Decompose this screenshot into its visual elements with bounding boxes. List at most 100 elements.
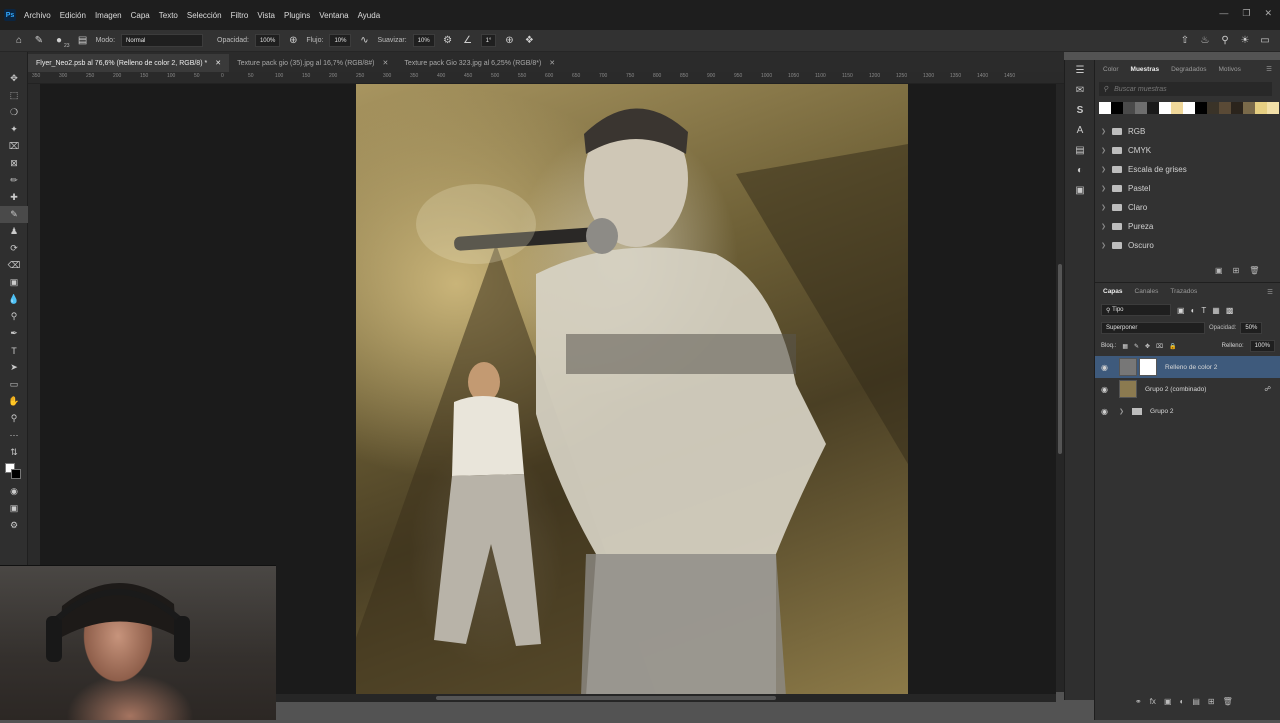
stamp-tool-icon[interactable]: ♟ [0,223,28,240]
color-swatch[interactable] [1219,102,1231,114]
restore-icon[interactable]: ❐ [1242,8,1250,19]
background-color[interactable] [11,469,21,479]
menu-filtro[interactable]: Filtro [231,11,249,20]
swatch-folder-cmyk[interactable]: ❯ CMYK [1095,141,1280,160]
layer-row[interactable]: ◉ Grupo 2 (combinado) ☍ [1095,378,1280,400]
lock-position-icon[interactable]: ✥ [1145,343,1150,350]
tab-degradados[interactable]: Degradados [1171,66,1206,73]
color-swatch[interactable] [1231,102,1243,114]
lasso-tool-icon[interactable]: ❍ [0,104,28,121]
color-swatch[interactable] [1243,102,1255,114]
brush-tool-icon[interactable]: ✎ [32,34,46,48]
layer-filter-select[interactable]: ⚲ Tipo [1101,304,1171,316]
dodge-tool-icon[interactable]: ⚲ [0,308,28,325]
layer-name[interactable]: Relleno de color 2 [1165,364,1217,371]
edit-toolbar-icon[interactable]: ⚙ [0,517,28,534]
properties-icon[interactable]: ▤ [1065,140,1095,160]
menu-seleccion[interactable]: Selección [187,11,222,20]
menu-vista[interactable]: Vista [257,11,275,20]
close-icon[interactable]: ✕ [1264,8,1272,19]
eyedropper-tool-icon[interactable]: ✏ [0,172,28,189]
swatch-folder-rgb[interactable]: ❯ RGB [1095,122,1280,141]
eraser-tool-icon[interactable]: ⌫ [0,257,28,274]
angle-field[interactable]: 1° [480,34,497,47]
menu-capa[interactable]: Capa [131,11,150,20]
layer-row[interactable]: ◉ Relleno de color 2 [1095,356,1280,378]
vertical-scrollbar[interactable] [1056,84,1064,692]
lock-all-icon[interactable]: 🔒 [1169,343,1176,350]
trash-icon[interactable]: 🗑 [1249,266,1259,275]
brush-settings-icon[interactable]: ▤ [76,34,90,48]
gear-icon[interactable]: ⚙ [441,34,455,48]
comments-icon[interactable]: ✉ [1065,80,1095,100]
share-icon[interactable]: ⇧ [1178,34,1192,48]
filter-shape-icon[interactable]: ▦ [1212,306,1220,315]
chevron-right-icon[interactable]: ❯ [1119,408,1124,415]
swatch-folder-grayscale[interactable]: ❯ Escala de grises [1095,160,1280,179]
filter-pixel-icon[interactable]: ▣ [1177,306,1185,315]
scroll-thumb[interactable] [1058,264,1062,454]
close-icon[interactable]: ✕ [549,59,555,67]
layer-name[interactable]: Grupo 2 [1150,408,1174,415]
eye-icon[interactable]: ◉ [1101,385,1111,394]
new-group-icon[interactable]: ▤ [1192,697,1200,706]
filter-smart-icon[interactable]: ▩ [1226,306,1234,315]
new-layer-icon[interactable]: ⊞ [1208,697,1215,706]
swatch-search[interactable]: ⚲ Buscar muestras [1099,82,1272,96]
character-icon[interactable]: A [1065,120,1095,140]
smoothing-field[interactable]: 10% [412,34,435,47]
swatch-folder-pureza[interactable]: ❯ Pureza [1095,217,1280,236]
tab-trazados[interactable]: Trazados [1170,288,1197,295]
bell-icon[interactable]: ♨ [1198,34,1212,48]
type-tool-icon[interactable]: T [0,342,28,359]
link-layers-icon[interactable]: ⚭ [1135,697,1142,706]
swatch-folder-claro[interactable]: ❯ Claro [1095,198,1280,217]
screen-mode-icon[interactable]: ▣ [0,500,28,517]
color-swatch[interactable] [1111,102,1123,114]
pressure-opacity-icon[interactable]: ⊕ [286,34,300,48]
new-group-icon[interactable]: ▣ [1215,266,1223,275]
swatch-folder-pastel[interactable]: ❯ Pastel [1095,179,1280,198]
history-brush-tool-icon[interactable]: ⟳ [0,240,28,257]
eye-icon[interactable]: ◉ [1101,407,1111,416]
hand-tool-icon[interactable]: ✋ [0,393,28,410]
fill-field[interactable]: 100% [1249,340,1275,352]
swatch-folder-oscuro[interactable]: ❯ Oscuro [1095,236,1280,255]
color-swatch[interactable] [1135,102,1147,114]
frame-tool-icon[interactable]: ⊠ [0,155,28,172]
panel-menu-icon[interactable]: ☰ [1266,65,1272,73]
discover-icon[interactable]: ☀ [1238,34,1252,48]
tab-capas[interactable]: Capas [1103,288,1123,295]
tab-color[interactable]: Color [1103,66,1119,73]
horizontal-scrollbar[interactable] [276,694,1056,702]
workspace-icon[interactable]: ▭ [1258,34,1272,48]
tab-motivos[interactable]: Motivos [1219,66,1241,73]
menu-archivo[interactable]: Archivo [24,11,51,20]
filter-adjust-icon[interactable]: ◐ [1191,306,1196,315]
color-swatch[interactable] [1195,102,1207,114]
close-icon[interactable]: ✕ [382,59,388,67]
gradient-tool-icon[interactable]: ▣ [0,274,28,291]
minimize-icon[interactable]: — [1219,8,1228,19]
lock-pixels-icon[interactable]: ▦ [1122,343,1128,350]
flyer-artwork[interactable] [356,84,908,696]
pressure-size-icon[interactable]: ⊕ [502,34,516,48]
color-swatch[interactable] [1183,102,1195,114]
color-swatch[interactable] [1267,102,1279,114]
color-swatch[interactable] [1123,102,1135,114]
color-swatch[interactable] [1255,102,1267,114]
color-swatch[interactable] [1147,102,1159,114]
search-icon[interactable]: ⚲ [1218,34,1232,48]
zoom-tool-icon[interactable]: ⚲ [0,410,28,427]
adjustment-layer-icon[interactable]: ◐ [1180,697,1185,706]
healing-tool-icon[interactable]: ✚ [0,189,28,206]
styles-icon[interactable]: S [1065,100,1095,120]
tab-texture-pack-35[interactable]: Texture pack gio (35).jpg al 16,7% (RGB/… [229,54,397,72]
scroll-thumb[interactable] [436,696,776,700]
shape-tool-icon[interactable]: ▭ [0,376,28,393]
flow-field[interactable]: 10% [329,34,352,47]
menu-ventana[interactable]: Ventana [319,11,348,20]
crop-tool-icon[interactable]: ⌧ [0,138,28,155]
color-swatch[interactable] [1171,102,1183,114]
lock-artboard-icon[interactable]: ⌧ [1156,343,1163,350]
